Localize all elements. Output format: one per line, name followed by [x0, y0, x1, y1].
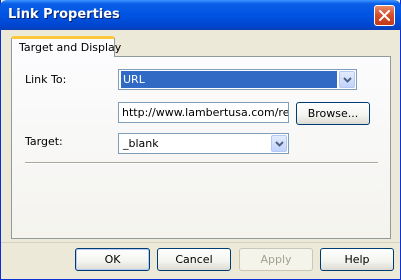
target-label: Target:	[25, 135, 63, 148]
tab-panel: Link To: URL http://www.lambertusa.com/r…	[11, 56, 391, 239]
window-title: Link Properties	[8, 7, 120, 22]
close-icon	[379, 10, 390, 21]
tab-target-and-display[interactable]: Target and Display	[11, 36, 121, 57]
link-to-selected-value: URL	[121, 71, 337, 88]
cancel-button[interactable]: Cancel	[157, 248, 231, 271]
target-dropdown-arrow[interactable]	[271, 135, 287, 152]
link-to-label: Link To:	[25, 73, 67, 86]
target-dropdown[interactable]: _blank	[118, 133, 289, 154]
url-input[interactable]: http://www.lambertusa.com/resou	[118, 102, 289, 123]
close-button[interactable]	[374, 5, 395, 26]
panel-divider	[25, 162, 378, 164]
title-bar: Link Properties	[0, 0, 401, 30]
ok-button[interactable]: OK	[75, 248, 150, 271]
link-properties-dialog: Link Properties Target and Display Link …	[0, 0, 401, 280]
button-row-divider	[1, 242, 400, 243]
tab-label: Target and Display	[19, 41, 122, 54]
link-to-dropdown-arrow[interactable]	[339, 71, 355, 88]
apply-button[interactable]: Apply	[239, 248, 313, 271]
target-selected-value: _blank	[123, 137, 159, 150]
help-button[interactable]: Help	[320, 248, 394, 271]
link-to-dropdown[interactable]: URL	[118, 69, 357, 90]
chevron-down-icon	[275, 141, 284, 147]
chevron-down-icon	[343, 77, 352, 83]
browse-button[interactable]: Browse...	[296, 102, 370, 125]
